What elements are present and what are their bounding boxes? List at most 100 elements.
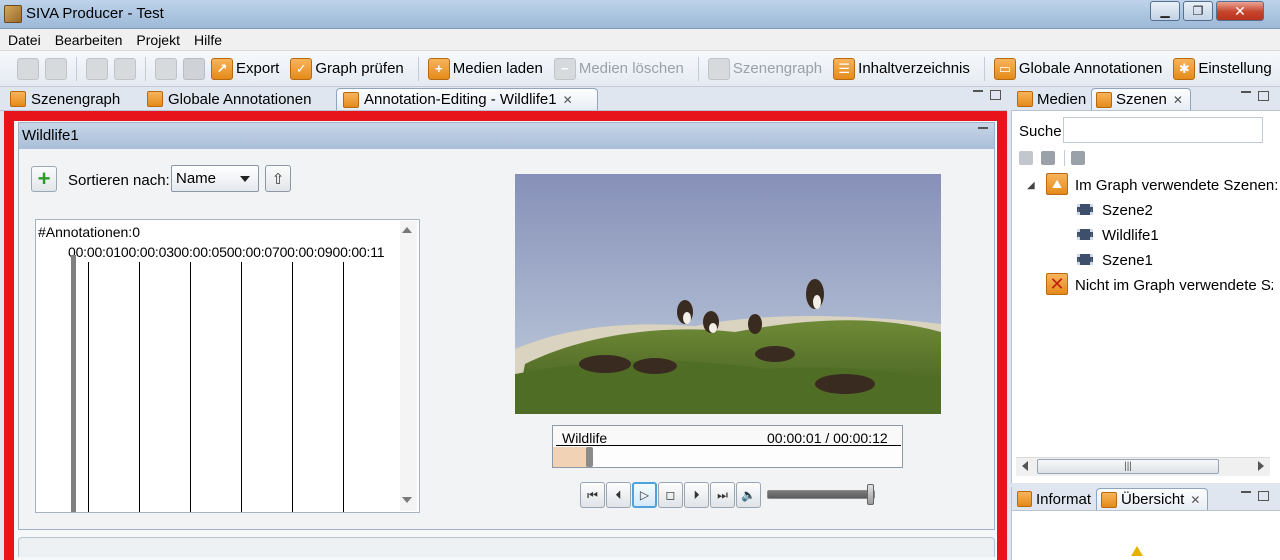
- add-media-icon[interactable]: +: [427, 57, 450, 80]
- toolbar-separator: [145, 56, 146, 81]
- global-annotations-icon[interactable]: ▭: [993, 57, 1016, 80]
- tab-uebersicht[interactable]: Übersicht ✕: [1096, 488, 1208, 510]
- tab-szenengraph[interactable]: Szenengraph: [4, 88, 138, 110]
- scroll-up-icon[interactable]: [402, 227, 412, 233]
- scene-item[interactable]: Wildlife1: [1102, 227, 1159, 244]
- load-media-button[interactable]: Medien laden: [453, 60, 543, 77]
- minimize-view-icon[interactable]: [1241, 491, 1251, 494]
- redo-icon[interactable]: [114, 57, 136, 80]
- tab-globale-annotationen[interactable]: Globale Annotationen: [141, 88, 331, 110]
- graph-check-button[interactable]: Graph prüfen: [315, 60, 403, 77]
- scroll-right-icon[interactable]: [1258, 461, 1264, 471]
- step-forward-button[interactable]: ⏵: [684, 482, 709, 508]
- collapse-panel-icon[interactable]: [978, 127, 988, 130]
- annotation-timeline[interactable]: [35, 219, 420, 513]
- settings-icon[interactable]: ✱: [1173, 57, 1196, 80]
- scenegraph-tab-icon: [10, 91, 26, 107]
- scene-edit-icon[interactable]: [1041, 151, 1055, 165]
- used-scenes-group[interactable]: Im Graph verwendete Szenen:: [1075, 177, 1278, 194]
- volume-icon[interactable]: 🔈: [736, 482, 761, 508]
- scenegraph-icon[interactable]: [707, 57, 730, 80]
- toolbar-separator: [76, 56, 77, 81]
- minimize-button[interactable]: ▁: [1150, 1, 1180, 21]
- skip-to-start-button[interactable]: ⏮: [580, 482, 605, 508]
- graph-check-icon[interactable]: ✓: [290, 57, 313, 80]
- menu-projekt[interactable]: Projekt: [136, 32, 180, 48]
- tab-szenen[interactable]: Szenen ✕: [1091, 88, 1191, 110]
- save-icon[interactable]: [155, 57, 177, 80]
- contents-button[interactable]: Inhaltverzeichnis: [858, 60, 970, 77]
- save-all-icon[interactable]: [45, 57, 67, 80]
- title-bar: [0, 0, 1280, 29]
- seek-bar[interactable]: [553, 446, 902, 467]
- panel-header: [19, 123, 994, 149]
- scroll-down-icon[interactable]: [402, 497, 412, 503]
- step-back-button[interactable]: ⏴: [606, 482, 631, 508]
- minimize-view-icon[interactable]: [973, 90, 983, 93]
- scene-item[interactable]: Szene1: [1102, 252, 1153, 269]
- remove-media-icon[interactable]: −: [553, 57, 576, 80]
- seek-handle[interactable]: [586, 447, 593, 467]
- warning-icon: [1131, 546, 1143, 556]
- maximize-view-icon[interactable]: [1258, 491, 1269, 501]
- tab-information[interactable]: Informat: [1013, 488, 1095, 510]
- sort-select[interactable]: Name: [171, 165, 259, 192]
- settings-button[interactable]: Einstellung: [1198, 60, 1271, 77]
- maximize-view-icon[interactable]: [990, 90, 1001, 100]
- close-tab-icon[interactable]: ✕: [1173, 93, 1183, 107]
- close-tab-icon[interactable]: ✕: [563, 93, 573, 107]
- tab-annotation-editing[interactable]: Annotation-Editing - Wildlife1 ✕: [336, 88, 598, 110]
- menu-datei[interactable]: Datei: [8, 32, 41, 48]
- sort-label: Sortieren nach:: [68, 172, 170, 189]
- timeline-gridline: [343, 262, 344, 512]
- scene-film-icon: [1077, 229, 1093, 240]
- timeline-gridline: [190, 262, 191, 512]
- scroll-left-icon[interactable]: [1022, 461, 1028, 471]
- minimize-view-icon[interactable]: [1241, 91, 1251, 94]
- timeline-scrollbar[interactable]: [400, 221, 417, 511]
- sort-direction-button[interactable]: ⇧: [265, 165, 291, 192]
- document-edit-icon[interactable]: [183, 57, 205, 80]
- timeline-playhead[interactable]: [71, 255, 76, 512]
- new-icon[interactable]: [17, 57, 39, 80]
- add-annotation-button[interactable]: +: [31, 166, 57, 192]
- toolbar: ↗ Export ✓ Graph prüfen + Medien laden −…: [0, 51, 1280, 87]
- collapse-triangle-icon[interactable]: ◢: [1027, 180, 1035, 191]
- contents-icon[interactable]: ☰: [833, 57, 856, 80]
- scene-item[interactable]: Szene2: [1102, 202, 1153, 219]
- window-title: SIVA Producer - Test: [26, 5, 164, 22]
- close-tab-icon[interactable]: ✕: [1190, 493, 1200, 507]
- scroll-thumb[interactable]: |||: [1037, 459, 1219, 474]
- unused-scenes-group[interactable]: Nicht im Graph verwendete Sz: [1075, 277, 1273, 294]
- maximize-button[interactable]: ❐: [1183, 1, 1213, 21]
- annotation-tab-icon: [343, 91, 359, 108]
- global-annotations-button[interactable]: Globale Annotationen: [1019, 60, 1162, 77]
- export-icon[interactable]: ↗: [211, 57, 233, 80]
- tab-medien[interactable]: Medien: [1013, 88, 1091, 110]
- tab-label: Szenen: [1116, 91, 1167, 108]
- video-preview[interactable]: [515, 174, 941, 414]
- playback-time: 00:00:01 / 00:00:12: [767, 430, 888, 446]
- menu-hilfe[interactable]: Hilfe: [194, 32, 222, 48]
- play-button[interactable]: ▷: [632, 482, 657, 508]
- volume-slider[interactable]: [767, 490, 875, 499]
- delete-icon[interactable]: [1019, 151, 1033, 165]
- annotation-count: #Annotationen:0: [38, 224, 140, 240]
- maximize-view-icon[interactable]: [1258, 91, 1269, 101]
- stop-button[interactable]: ◻: [658, 482, 683, 508]
- toolbar-separator: [697, 56, 699, 81]
- hierarchy-icon[interactable]: [1071, 151, 1085, 165]
- undo-icon[interactable]: [86, 57, 108, 80]
- tab-label: Medien: [1037, 90, 1087, 108]
- volume-handle[interactable]: [867, 484, 874, 505]
- close-button[interactable]: ✕: [1216, 1, 1264, 21]
- media-tab-icon: [1017, 91, 1033, 107]
- skip-to-end-button[interactable]: ⏭: [710, 482, 735, 508]
- export-button[interactable]: Export: [236, 60, 279, 77]
- delete-media-button[interactable]: Medien löschen: [579, 60, 684, 77]
- search-input[interactable]: [1063, 117, 1263, 143]
- menu-bearbeiten[interactable]: Bearbeiten: [55, 32, 123, 48]
- scenegraph-button[interactable]: Szenengraph: [733, 60, 822, 77]
- app-icon: [4, 5, 22, 23]
- media-name: Wildlife: [562, 430, 608, 446]
